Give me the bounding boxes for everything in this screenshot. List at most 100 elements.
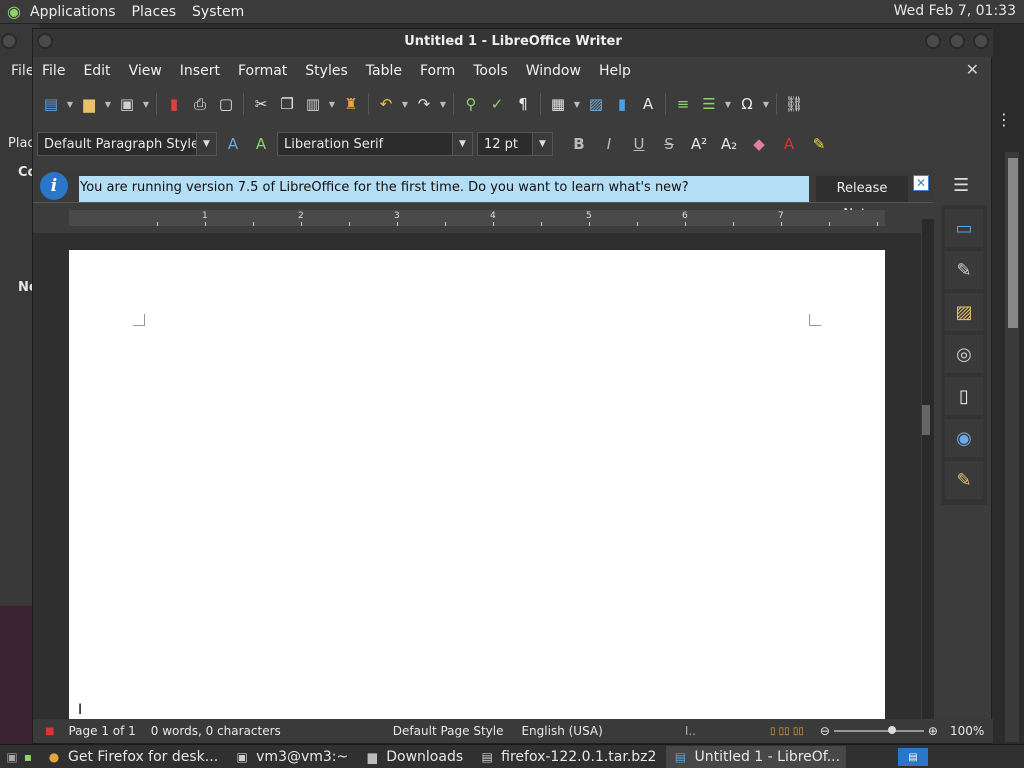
scrollbar-thumb[interactable] [922, 405, 930, 435]
redo-icon[interactable]: ↷ [412, 93, 436, 115]
menu-edit[interactable]: Edit [74, 63, 119, 79]
open-icon[interactable]: ▆ [77, 93, 101, 115]
view-layout-icon[interactable]: ▯ ▯▯ ▯▯ [770, 726, 804, 737]
navigator-icon[interactable]: ◎ [945, 335, 983, 373]
taskbar-item[interactable]: ▣ vm3@vm3:~ [228, 746, 354, 768]
zoom-out-icon[interactable]: ⊖ [820, 724, 830, 738]
menu-help[interactable]: Help [590, 63, 640, 79]
special-character-icon[interactable]: Ω [735, 93, 759, 115]
insert-textbox-icon[interactable]: A [636, 93, 660, 115]
new-style-icon[interactable]: A [249, 133, 273, 155]
system-menu[interactable]: System [184, 4, 252, 20]
background-file-menu[interactable]: File [11, 63, 34, 79]
chevron-down-icon[interactable]: ▼ [141, 100, 151, 109]
chevron-down-icon[interactable]: ▼ [65, 100, 75, 109]
zoom-in-icon[interactable]: ⊕ [928, 724, 938, 738]
font-size-combo[interactable]: 12 pt ▼ [477, 132, 553, 156]
kebab-menu-icon[interactable]: ⋮ [996, 110, 1012, 129]
clear-formatting-icon[interactable]: ◆ [747, 133, 771, 155]
underline-icon[interactable]: U [627, 133, 651, 155]
close-window-button[interactable] [973, 33, 989, 49]
subscript-icon[interactable]: A₂ [717, 133, 741, 155]
save-icon[interactable]: ▣ [115, 93, 139, 115]
font-color-icon[interactable]: A [777, 133, 801, 155]
applications-menu[interactable]: Applications [22, 4, 124, 20]
find-replace-icon[interactable]: ⚲ [459, 93, 483, 115]
window-titlebar[interactable]: Untitled 1 - LibreOffice Writer [1, 29, 993, 57]
clock[interactable]: Wed Feb 7, 01:33 [894, 3, 1016, 19]
menu-format[interactable]: Format [229, 63, 296, 79]
zoom-slider-handle[interactable] [887, 726, 896, 734]
insert-page-break-icon[interactable]: ≡ [671, 93, 695, 115]
insert-mode-icon[interactable]: I.. [685, 724, 696, 738]
page-icon[interactable]: ▯ [945, 377, 983, 415]
clone-formatting-icon[interactable]: ♜ [339, 93, 363, 115]
vertical-scrollbar[interactable] [922, 219, 934, 719]
font-name-combo[interactable]: Liberation Serif ▼ [277, 132, 473, 156]
new-icon[interactable]: ▤ [39, 93, 63, 115]
properties-icon[interactable]: ▭ [945, 209, 983, 247]
page-number-status[interactable]: Page 1 of 1 [68, 724, 135, 738]
window-shade-button[interactable] [37, 33, 53, 49]
document-modified-icon[interactable]: ■ [45, 726, 54, 737]
language-status[interactable]: English (USA) [521, 724, 602, 738]
word-count-status[interactable]: 0 words, 0 characters [151, 724, 281, 738]
menu-view[interactable]: View [120, 63, 171, 79]
minimize-button[interactable] [925, 33, 941, 49]
insert-image-icon[interactable]: ▨ [584, 93, 608, 115]
page-style-status[interactable]: Default Page Style [393, 724, 504, 738]
window-list-icon[interactable]: ▪ [20, 749, 36, 765]
insert-field-icon[interactable]: ☰ [697, 93, 721, 115]
formatting-marks-icon[interactable]: ¶ [511, 93, 535, 115]
hyperlink-icon[interactable]: ⛓ [782, 93, 806, 115]
superscript-icon[interactable]: A² [687, 133, 711, 155]
sidebar-menu-icon[interactable]: ☰ [953, 175, 969, 196]
taskbar-item[interactable]: ▆ Downloads [358, 746, 469, 768]
copy-icon[interactable]: ❐ [275, 93, 299, 115]
insert-table-icon[interactable]: ▦ [546, 93, 570, 115]
window-menu-button[interactable] [1, 33, 17, 49]
close-document-icon[interactable]: ✕ [966, 60, 979, 79]
paste-icon[interactable]: ▥ [301, 93, 325, 115]
menu-table[interactable]: Table [357, 63, 411, 79]
close-infobar-icon[interactable]: ✕ [913, 175, 929, 191]
print-icon[interactable]: ⎙ [188, 93, 212, 115]
chevron-down-icon[interactable]: ▼ [438, 100, 448, 109]
style-inspector-icon[interactable]: ◉ [945, 419, 983, 457]
gnome-foot-icon[interactable]: ◉ [6, 2, 22, 21]
strikethrough-icon[interactable]: S [657, 133, 681, 155]
show-desktop-icon[interactable]: ▣ [4, 749, 20, 765]
chevron-down-icon[interactable]: ▼ [103, 100, 113, 109]
background-scrollbar-thumb[interactable] [1008, 158, 1018, 328]
export-pdf-icon[interactable]: ▮ [162, 93, 186, 115]
taskbar-item[interactable]: ● Get Firefox for desk... [40, 746, 224, 768]
taskbar-item[interactable]: ▤ Untitled 1 - LibreOf... [666, 745, 847, 768]
menu-form[interactable]: Form [411, 63, 464, 79]
undo-icon[interactable]: ↶ [374, 93, 398, 115]
update-style-icon[interactable]: A [221, 133, 245, 155]
chevron-down-icon[interactable]: ▼ [761, 100, 771, 109]
chevron-down-icon[interactable]: ▼ [452, 133, 472, 155]
bold-icon[interactable]: B [567, 133, 591, 155]
insert-chart-icon[interactable]: ▮ [610, 93, 634, 115]
menu-tools[interactable]: Tools [464, 63, 517, 79]
document-page[interactable]: I [69, 250, 885, 720]
horizontal-ruler[interactable]: 1 2 3 4 5 6 7 [69, 210, 885, 226]
styles-icon[interactable]: ✎ [945, 251, 983, 289]
paragraph-style-combo[interactable]: Default Paragraph Style ▼ [37, 132, 217, 156]
spelling-icon[interactable]: ✓ [485, 93, 509, 115]
gallery-icon[interactable]: ▨ [945, 293, 983, 331]
places-menu[interactable]: Places [124, 4, 185, 20]
workspace-switcher-icon[interactable]: ▤ [898, 748, 928, 766]
taskbar-item[interactable]: ▤ firefox-122.0.1.tar.bz2 [473, 746, 662, 768]
highlight-icon[interactable]: ✎ [807, 133, 831, 155]
chevron-down-icon[interactable]: ▼ [327, 100, 337, 109]
chevron-down-icon[interactable]: ▼ [532, 133, 552, 155]
manage-changes-icon[interactable]: ✎ [945, 461, 983, 499]
maximize-button[interactable] [949, 33, 965, 49]
menu-styles[interactable]: Styles [296, 63, 356, 79]
cut-icon[interactable]: ✂ [249, 93, 273, 115]
menu-window[interactable]: Window [517, 63, 590, 79]
menu-insert[interactable]: Insert [171, 63, 229, 79]
menu-file[interactable]: File [33, 63, 74, 79]
